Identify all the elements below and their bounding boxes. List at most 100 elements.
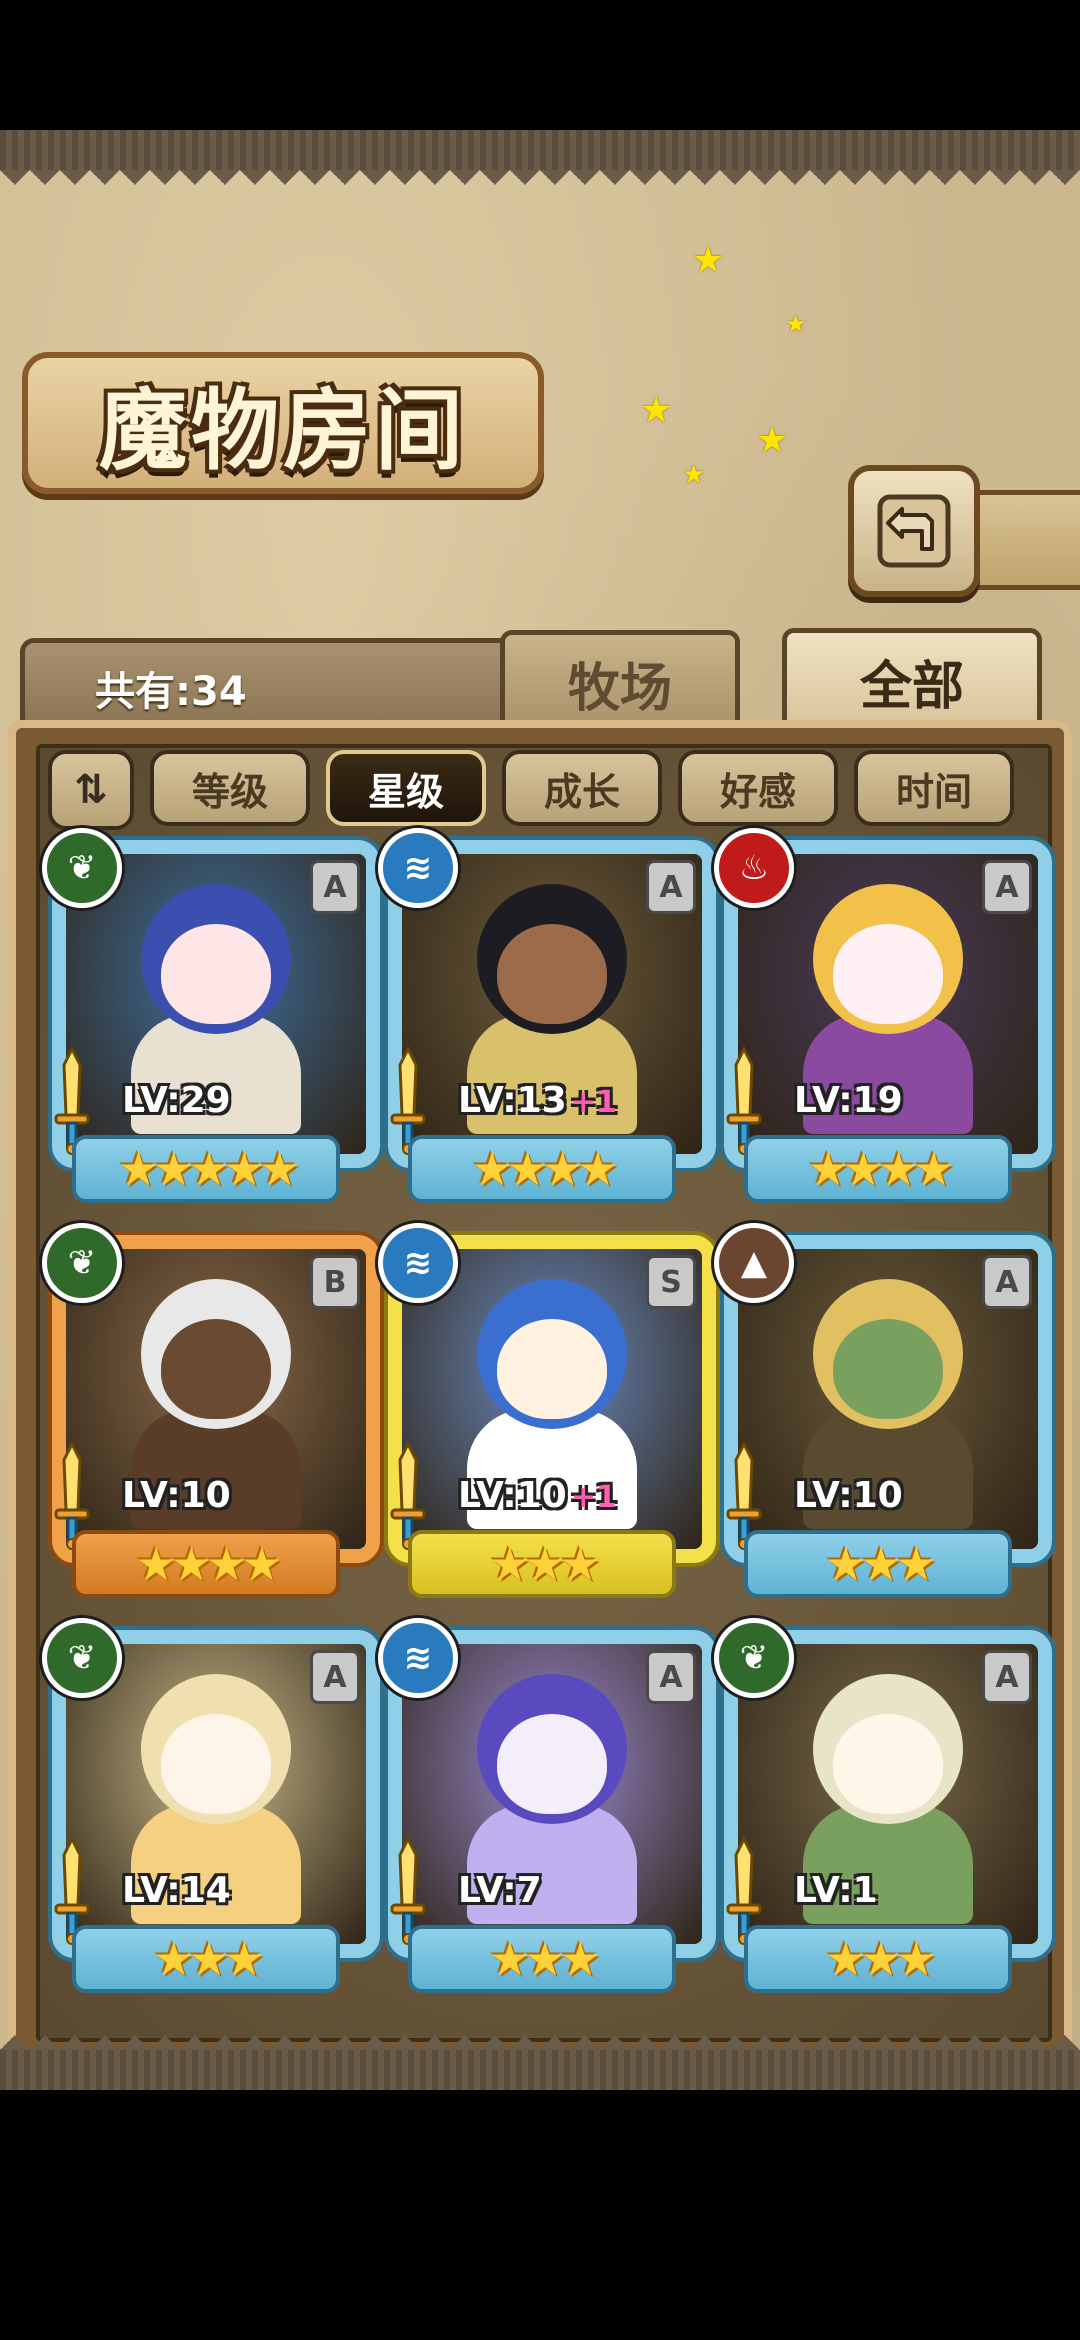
monster-count: 共有:34 [95, 669, 247, 715]
star-icon: ★ [117, 1142, 159, 1196]
water-element-icon: ≋ [378, 1223, 458, 1303]
monster-card[interactable]: A ▲ LV:10 ★ ★ ★ [714, 1223, 1052, 1598]
monster-card[interactable]: A ♨ LV:19 ★ ★ ★ ★ [714, 828, 1052, 1203]
monster-card[interactable]: A ❦ LV:29 ★ ★ ★ ★ ★ [42, 828, 380, 1203]
star-icon: ★ [860, 1537, 901, 1591]
sort-button-affection[interactable]: 好感 [678, 750, 838, 826]
monster-card[interactable]: S ≋ LV:10 +1 ★ ★ ★ [378, 1223, 716, 1598]
tab-farm[interactable]: 牧场 [500, 630, 740, 731]
monster-level: LV:13 +1 [458, 1080, 617, 1130]
sort-button-level[interactable]: 等级 [150, 750, 310, 826]
star-icon: ★ [153, 1932, 194, 1986]
top-border [0, 130, 1080, 170]
level-text: LV:10 [458, 1475, 567, 1516]
star-icon: ★ [825, 1932, 866, 1986]
star-icon: ★ [188, 1932, 229, 1986]
rank-badge: A [646, 1650, 696, 1704]
star-icon: ★ [489, 1932, 530, 1986]
star-icon: ★ [170, 1537, 212, 1591]
rank-badge: A [982, 1650, 1032, 1704]
star-icon: ★ [506, 1142, 548, 1196]
fire-element-icon: ♨ [714, 828, 794, 908]
rank-badge: A [310, 1650, 360, 1704]
star-icon: ★ [489, 1537, 530, 1591]
back-arrow-icon [877, 494, 951, 568]
sparkle-star-icon: ★ [756, 420, 789, 461]
monster-card[interactable]: A ≋ LV:13 +1 ★ ★ ★ ★ [378, 828, 716, 1203]
monster-level: LV:14 [122, 1870, 231, 1920]
star-rating: ★ ★ ★ ★ [72, 1530, 340, 1598]
sort-toggle-icon: ⇅ [74, 767, 108, 813]
star-icon: ★ [842, 1142, 884, 1196]
star-icon: ★ [524, 1537, 565, 1591]
sort-order-toggle[interactable]: ⇅ [48, 750, 134, 830]
monster-card[interactable]: B ❦ LV:10 ★ ★ ★ ★ [42, 1223, 380, 1598]
portrait-face [833, 924, 943, 1024]
level-bonus: +1 [570, 1085, 617, 1120]
earth-element-icon: ▲ [714, 1223, 794, 1303]
star-icon: ★ [895, 1537, 937, 1591]
page-title: 魔物房间 [98, 377, 467, 482]
sparkle-star-icon: ★ [692, 240, 725, 281]
rank-badge: A [982, 860, 1032, 914]
level-text: LV:19 [794, 1080, 903, 1121]
star-icon: ★ [807, 1142, 849, 1196]
sort-button-growth[interactable]: 成长 [502, 750, 662, 826]
monster-count-bar: 共有:34 [20, 638, 530, 729]
star-icon: ★ [559, 1537, 601, 1591]
grass-element-icon: ❦ [42, 1618, 122, 1698]
sparkle-star-icon: ★ [640, 390, 673, 431]
sparkle-star-icon: ★ [682, 460, 706, 490]
portrait-face [497, 1319, 607, 1419]
star-icon: ★ [135, 1537, 177, 1591]
sort-button-time[interactable]: 时间 [854, 750, 1014, 826]
grass-element-icon: ❦ [42, 1223, 122, 1303]
portrait-face [161, 1714, 271, 1814]
bottom-zigzag [0, 2020, 1080, 2050]
level-bonus: +1 [570, 1480, 617, 1515]
grass-element-icon: ❦ [42, 828, 122, 908]
game-screen: 魔物房间 ★ ★ ★ ★ ★ 共有:34 牧场 全部 ⇅ 等级 星级 成长 好感… [0, 130, 1080, 2090]
star-icon: ★ [913, 1142, 954, 1196]
level-text: LV:7 [458, 1870, 542, 1911]
level-text: LV:1 [794, 1870, 878, 1911]
star-icon: ★ [860, 1932, 901, 1986]
star-icon: ★ [223, 1932, 265, 1986]
star-icon: ★ [206, 1537, 247, 1591]
star-rating: ★ ★ ★ [72, 1925, 340, 1993]
star-icon: ★ [524, 1932, 565, 1986]
monster-level: LV:29 [122, 1080, 231, 1130]
level-text: LV:29 [122, 1080, 231, 1121]
monster-level: LV:1 [794, 1870, 878, 1920]
portrait-face [833, 1714, 943, 1814]
star-rating: ★ ★ ★ ★ ★ [72, 1135, 340, 1203]
monster-card[interactable]: A ❦ LV:14 ★ ★ ★ [42, 1618, 380, 1993]
rank-badge: B [310, 1255, 360, 1309]
portrait-face [497, 1714, 607, 1814]
star-icon: ★ [258, 1142, 300, 1196]
star-icon: ★ [895, 1932, 937, 1986]
monster-card[interactable]: A ≋ LV:7 ★ ★ ★ [378, 1618, 716, 1993]
level-text: LV:14 [122, 1870, 231, 1911]
portrait-face [161, 1319, 271, 1419]
grass-element-icon: ❦ [714, 1618, 794, 1698]
star-icon: ★ [471, 1142, 513, 1196]
star-rating: ★ ★ ★ [744, 1925, 1012, 1993]
star-icon: ★ [559, 1932, 601, 1986]
star-rating: ★ ★ ★ [408, 1530, 676, 1598]
level-text: LV:10 [122, 1475, 231, 1516]
star-rating: ★ ★ ★ ★ [744, 1135, 1012, 1203]
star-icon: ★ [542, 1142, 583, 1196]
star-rating: ★ ★ ★ [744, 1530, 1012, 1598]
portrait-face [497, 924, 607, 1024]
star-icon: ★ [153, 1142, 194, 1196]
back-button[interactable] [848, 465, 980, 597]
sort-button-stars[interactable]: 星级 [326, 750, 486, 826]
star-rating: ★ ★ ★ ★ [408, 1135, 676, 1203]
portrait-face [833, 1319, 943, 1419]
tab-all[interactable]: 全部 [782, 628, 1042, 729]
monster-level: LV:10 [794, 1475, 903, 1525]
monster-card[interactable]: A ❦ LV:1 ★ ★ ★ [714, 1618, 1052, 1993]
star-rating: ★ ★ ★ [408, 1925, 676, 1993]
portrait-face [161, 924, 271, 1024]
